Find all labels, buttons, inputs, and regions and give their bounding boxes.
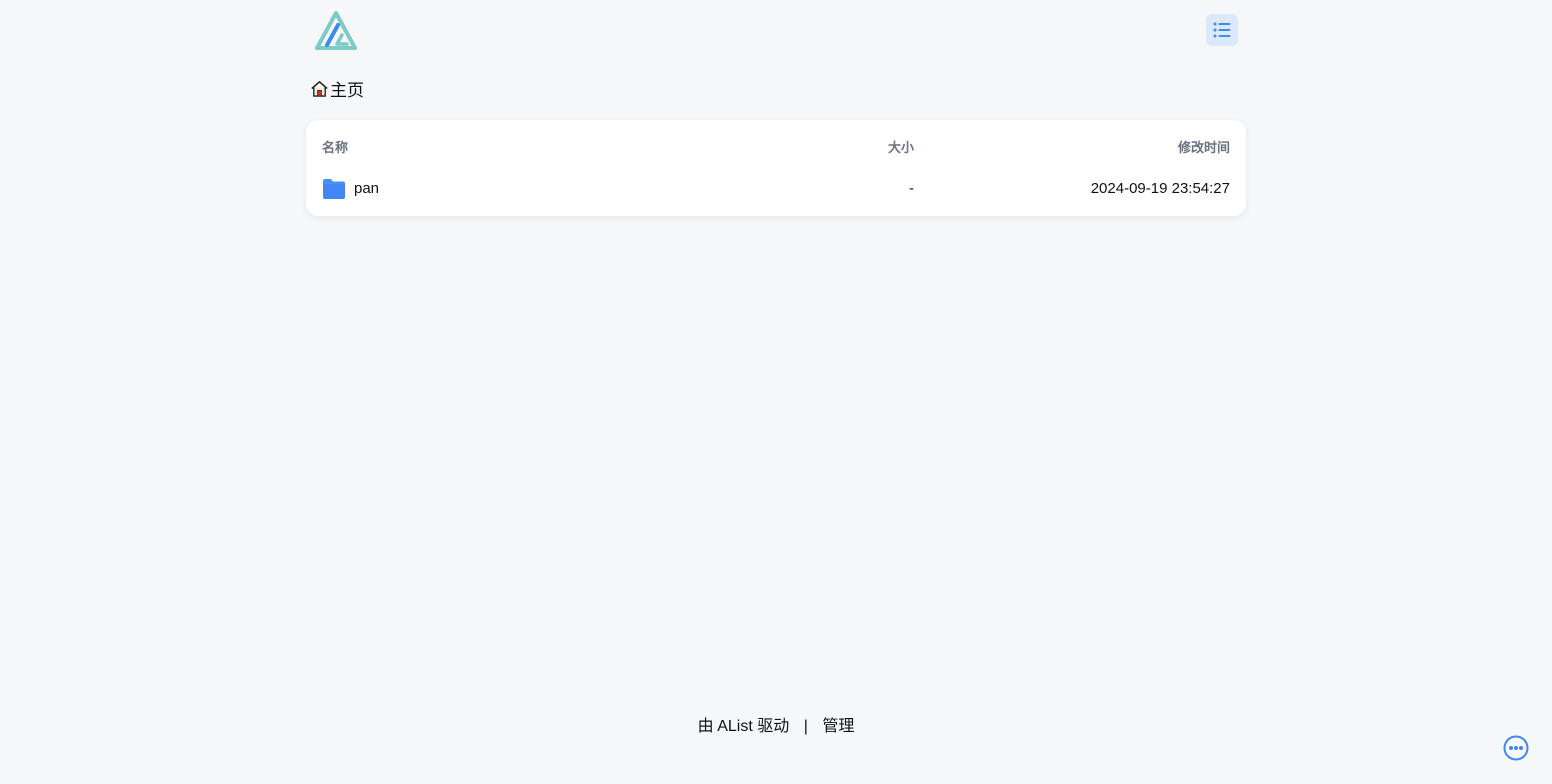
powered-by-prefix: 由 (697, 718, 714, 735)
header (306, 8, 1246, 58)
file-row[interactable]: pan - 2024-09-19 23:54:27 (314, 172, 1238, 206)
file-modified: 2024-09-19 23:54:27 (1090, 180, 1230, 197)
breadcrumb-home-label: 主页 (330, 80, 364, 100)
column-header-modified[interactable]: 修改时间 (1178, 137, 1230, 156)
breadcrumb[interactable]: 主页 (310, 76, 364, 100)
more-options-icon[interactable] (1503, 735, 1529, 761)
list-icon (1213, 22, 1231, 38)
column-header-size[interactable]: 大小 (888, 137, 914, 156)
footer: 由 AList 驱动 | 管理 (0, 712, 1552, 736)
file-name: pan (354, 180, 380, 197)
column-header-name[interactable]: 名称 (322, 137, 348, 156)
page: 主页 名称 大小 修改时间 pan - 2024-09-19 23:54:27 … (0, 0, 1552, 784)
file-size: - (909, 180, 914, 197)
home-icon (311, 80, 328, 97)
alist-link[interactable]: AList (717, 718, 753, 735)
file-list: 名称 大小 修改时间 pan - 2024-09-19 23:54:27 (306, 120, 1246, 216)
powered-by-suffix: 驱动 (757, 718, 790, 735)
footer-separator: | (803, 718, 808, 735)
alist-logo-icon[interactable] (314, 11, 358, 51)
manage-link[interactable]: 管理 (822, 718, 854, 735)
folder-icon (323, 179, 345, 199)
file-list-header: 名称 大小 修改时间 (322, 137, 1230, 157)
layout-toggle-button[interactable] (1206, 14, 1238, 46)
